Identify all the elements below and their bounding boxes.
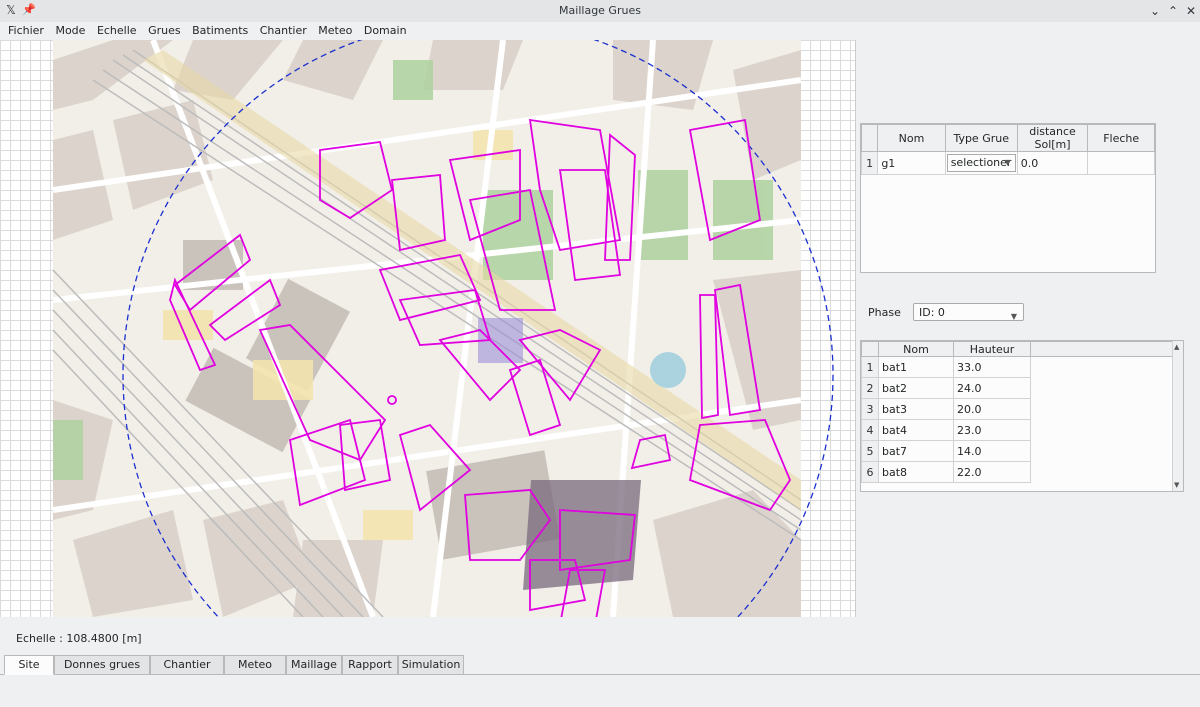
cell-hauteur[interactable]: 23.0 — [953, 419, 1031, 441]
menu-grues[interactable]: Grues — [144, 22, 185, 39]
cell-hauteur[interactable]: 14.0 — [953, 440, 1031, 462]
row-number: 6 — [861, 461, 879, 483]
type-grue-combo[interactable]: selectioner ▼ — [946, 154, 1016, 172]
menu-echelle[interactable]: Echelle — [93, 22, 141, 39]
cell-hauteur[interactable]: 22.0 — [953, 461, 1031, 483]
tab-donnes-grues[interactable]: Donnes grues — [54, 655, 150, 675]
table-row[interactable]: 4 bat4 23.0 — [861, 419, 1174, 441]
batiments-scrollbar[interactable]: ▲ ▼ — [1172, 341, 1183, 491]
tab-site[interactable]: Site — [4, 655, 54, 675]
cell-nom[interactable]: bat7 — [878, 440, 954, 462]
tab-meteo[interactable]: Meteo — [224, 655, 286, 675]
map-canvas[interactable] — [0, 40, 856, 617]
scale-readout: Echelle : 108.4800 [m] — [16, 632, 142, 645]
col-distance-sol[interactable]: distance Sol[m] — [1016, 124, 1089, 152]
crane-radius-circle — [122, 40, 834, 617]
batiments-table: Nom Hauteur 1 bat1 33.0 2 bat2 24.0 3 ba… — [861, 341, 1173, 483]
tab-simulation[interactable]: Simulation — [398, 655, 464, 675]
menu-domain[interactable]: Domain — [360, 22, 411, 39]
table-row[interactable]: 6 bat8 22.0 — [861, 461, 1174, 483]
row-number: 2 — [861, 377, 879, 399]
building-outlines — [169, 118, 792, 617]
col-fleche[interactable]: Fleche — [1087, 124, 1155, 152]
phase-select-value: ID: 0 — [919, 306, 945, 319]
table-row[interactable]: 2 bat2 24.0 — [861, 377, 1174, 399]
title-bar: 𝕏 📌 Maillage Grues ⌄ ⌃ ✕ — [0, 0, 1200, 23]
menu-batiments[interactable]: Batiments — [188, 22, 252, 39]
window-title: Maillage Grues — [559, 4, 641, 17]
phase-label: Phase — [868, 306, 901, 319]
maximize-button[interactable]: ⌃ — [1164, 2, 1182, 20]
phase-select[interactable]: ID: 0 ▼ — [913, 303, 1024, 321]
grues-table: Nom Type Grue distance Sol[m] Fleche 1 g… — [860, 124, 1155, 175]
row-number: 1 — [860, 151, 879, 175]
scroll-down-icon[interactable]: ▼ — [1174, 481, 1179, 489]
cell-nom[interactable]: bat2 — [878, 377, 954, 399]
cell-type-grue[interactable]: selectioner ▼ — [944, 151, 1018, 175]
menu-meteo[interactable]: Meteo — [314, 22, 356, 39]
table-row[interactable]: 3 bat3 20.0 — [861, 398, 1174, 420]
table-row[interactable]: 1 bat1 33.0 — [861, 356, 1174, 378]
scroll-up-icon[interactable]: ▲ — [1174, 343, 1179, 351]
cell-hauteur[interactable]: 20.0 — [953, 398, 1031, 420]
cell-fleche[interactable] — [1087, 151, 1155, 175]
mesh-overlay — [122, 40, 834, 617]
menu-fichier[interactable]: Fichier — [4, 22, 48, 39]
chevron-down-icon: ▼ — [1004, 158, 1011, 167]
cell-hauteur[interactable]: 24.0 — [953, 377, 1031, 399]
row-number: 4 — [861, 419, 879, 441]
col-nom[interactable]: Nom — [878, 341, 954, 357]
cell-nom[interactable]: bat1 — [878, 356, 954, 378]
cell-nom[interactable]: bat3 — [878, 398, 954, 420]
menu-mode[interactable]: Mode — [51, 22, 89, 39]
col-type-grue[interactable]: Type Grue — [944, 124, 1018, 152]
col-hauteur[interactable]: Hauteur — [953, 341, 1031, 357]
tab-maillage[interactable]: Maillage — [286, 655, 342, 675]
minimize-button[interactable]: ⌄ — [1146, 2, 1164, 20]
row-number: 1 — [861, 356, 879, 378]
table-row[interactable]: 1 g1 selectioner ▼ 0.0 — [860, 151, 1155, 175]
menu-chantier[interactable]: Chantier — [256, 22, 311, 39]
col-nom[interactable]: Nom — [877, 124, 946, 152]
close-button[interactable]: ✕ — [1182, 2, 1200, 20]
batiments-table-panel: Nom Hauteur 1 bat1 33.0 2 bat2 24.0 3 ba… — [860, 340, 1184, 492]
cell-nom[interactable]: bat4 — [878, 419, 954, 441]
table-row[interactable]: 5 bat7 14.0 — [861, 440, 1174, 462]
row-number: 5 — [861, 440, 879, 462]
cell-nom[interactable]: bat8 — [878, 461, 954, 483]
menu-bar: Fichier Mode Echelle Grues Batiments Cha… — [0, 22, 1200, 40]
chevron-down-icon: ▼ — [1010, 312, 1017, 321]
tab-rapport[interactable]: Rapport — [342, 655, 398, 675]
cell-distance[interactable]: 0.0 — [1016, 151, 1089, 175]
tab-chantier[interactable]: Chantier — [150, 655, 224, 675]
cell-hauteur[interactable]: 33.0 — [953, 356, 1031, 378]
type-grue-value: selectioner — [950, 156, 1012, 169]
cell-nom[interactable]: g1 — [877, 151, 946, 175]
row-number: 3 — [861, 398, 879, 420]
grues-table-panel: Nom Type Grue distance Sol[m] Fleche 1 g… — [860, 123, 1156, 273]
